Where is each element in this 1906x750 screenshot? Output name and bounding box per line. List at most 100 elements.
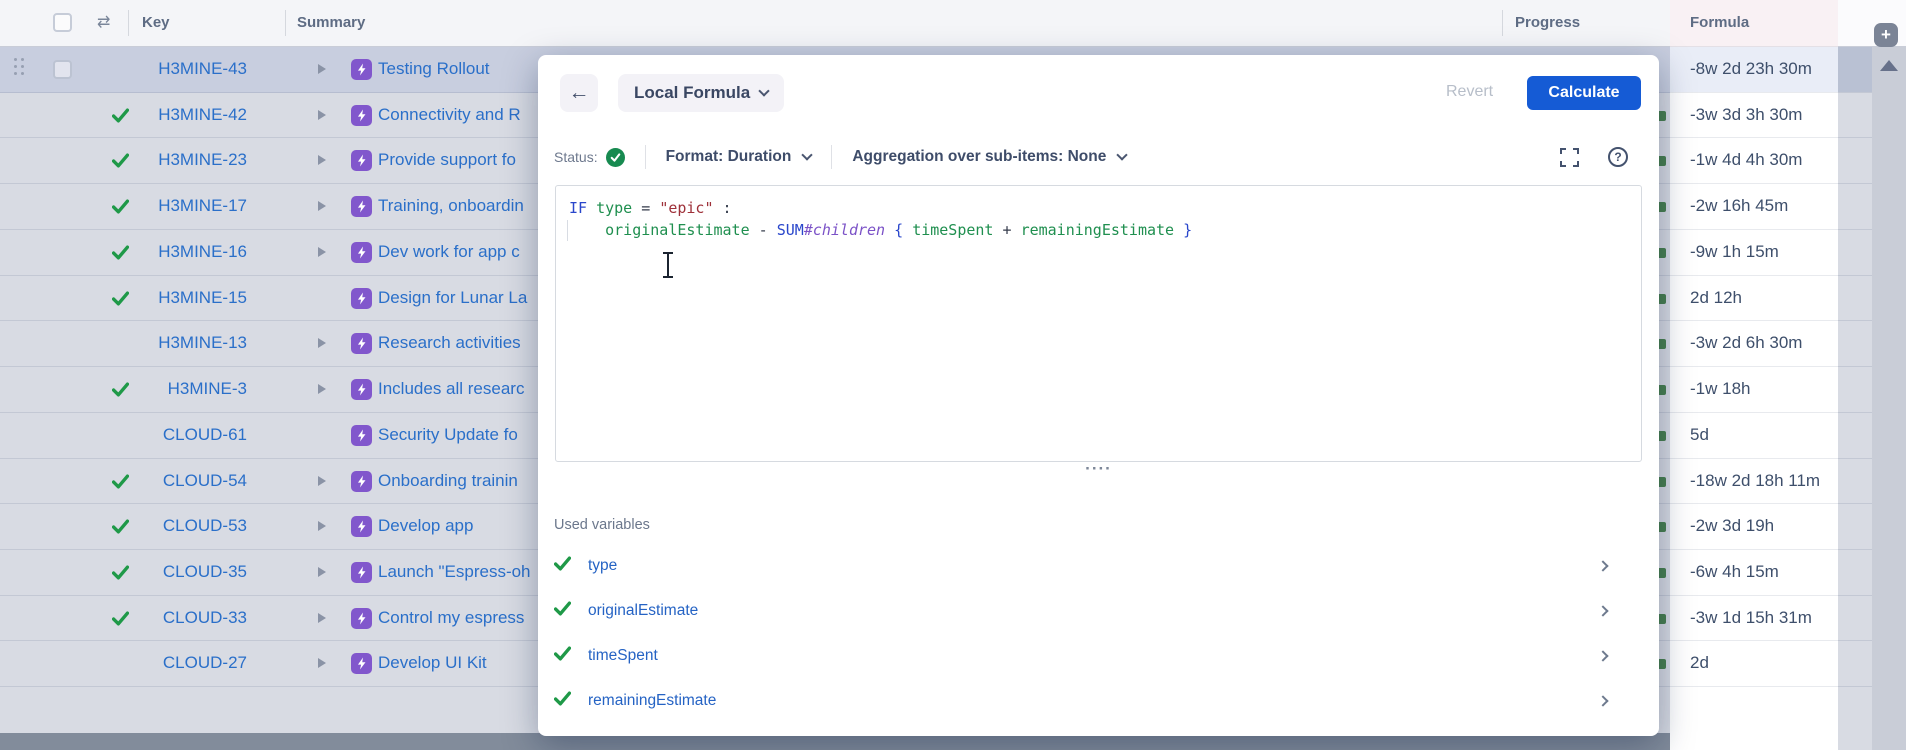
issue-summary[interactable]: Provide support fo — [378, 150, 538, 170]
used-variable-row[interactable]: originalEstimate — [554, 590, 1643, 632]
column-header-summary[interactable]: Summary — [297, 14, 365, 31]
scroll-up-icon[interactable] — [1880, 60, 1898, 71]
issue-summary[interactable]: Testing Rollout — [378, 59, 538, 79]
expand-arrow-icon[interactable] — [318, 201, 326, 211]
row-checkbox[interactable] — [53, 60, 72, 79]
chevron-down-icon[interactable] — [802, 149, 813, 160]
formula-cell[interactable]: 2d — [1670, 641, 1838, 687]
issue-summary[interactable]: Dev work for app c — [378, 242, 538, 262]
fullscreen-icon[interactable] — [1560, 148, 1579, 172]
done-check-icon — [112, 198, 129, 220]
issue-summary[interactable]: Includes all researc — [378, 379, 538, 399]
formula-cell[interactable]: -3w 2d 6h 30m — [1670, 321, 1838, 367]
aggregation-dropdown-label[interactable]: Aggregation over sub-items: None — [852, 148, 1106, 166]
revert-button[interactable]: Revert — [1446, 83, 1493, 101]
issue-key[interactable]: CLOUD-27 — [136, 653, 247, 673]
row-strip-segment — [1838, 504, 1872, 550]
column-header-key[interactable]: Key — [142, 14, 170, 31]
swap-columns-icon[interactable]: ⇄ — [97, 12, 110, 32]
issue-key[interactable]: CLOUD-53 — [136, 516, 247, 536]
drag-handle[interactable] — [14, 58, 24, 82]
editor-resize-handle[interactable]: ···· — [538, 459, 1659, 479]
used-variable-row[interactable]: type — [554, 545, 1643, 587]
expand-arrow-icon[interactable] — [318, 658, 326, 668]
formula-cell[interactable]: 2d 12h — [1670, 276, 1838, 322]
expand-arrow-icon[interactable] — [318, 521, 326, 531]
variable-name[interactable]: type — [588, 557, 617, 575]
issue-summary[interactable]: Research activities — [378, 333, 538, 353]
column-header-progress[interactable]: Progress — [1515, 14, 1580, 31]
formula-cell[interactable]: -9w 1h 15m — [1670, 230, 1838, 276]
issue-key[interactable]: H3MINE-23 — [136, 150, 247, 170]
issue-key[interactable]: CLOUD-54 — [136, 471, 247, 491]
formula-cell[interactable]: -6w 4h 15m — [1670, 550, 1838, 596]
used-variable-row[interactable]: remainingEstimate — [554, 680, 1643, 722]
issue-key[interactable]: H3MINE-3 — [136, 379, 247, 399]
formula-cell[interactable]: -1w 4d 4h 30m — [1670, 138, 1838, 184]
code-token: : — [714, 199, 732, 217]
calculate-button[interactable]: Calculate — [1527, 76, 1641, 110]
issue-key[interactable]: H3MINE-17 — [136, 196, 247, 216]
expand-arrow-icon[interactable] — [318, 64, 326, 74]
expand-arrow-icon[interactable] — [318, 384, 326, 394]
expand-arrow-icon[interactable] — [318, 247, 326, 257]
issue-summary[interactable]: Develop UI Kit — [378, 653, 538, 673]
issue-key[interactable]: H3MINE-43 — [136, 59, 247, 79]
add-column-button[interactable]: + — [1874, 23, 1898, 47]
expand-arrow-icon[interactable] — [318, 613, 326, 623]
chevron-down-icon[interactable] — [1117, 149, 1128, 160]
code-token: "epic" — [659, 199, 713, 217]
column-header-formula-cell[interactable]: Formula — [1670, 0, 1838, 47]
chevron-right-icon[interactable] — [1597, 560, 1608, 571]
formula-cell[interactable]: -8w 2d 23h 30m — [1670, 47, 1838, 93]
epic-type-icon — [351, 653, 372, 674]
done-check-icon — [112, 107, 129, 129]
help-icon[interactable]: ? — [1608, 147, 1628, 167]
issue-summary[interactable]: Training, onboardin — [378, 196, 538, 216]
epic-type-icon — [351, 196, 372, 217]
issue-key[interactable]: CLOUD-35 — [136, 562, 247, 582]
issue-summary[interactable]: Launch "Espress-oh — [378, 562, 538, 582]
variable-name[interactable]: timeSpent — [588, 647, 658, 665]
formula-cell[interactable]: -3w 1d 15h 31m — [1670, 596, 1838, 642]
chevron-right-icon[interactable] — [1597, 650, 1608, 661]
format-dropdown-label[interactable]: Format: Duration — [666, 148, 792, 166]
issue-key[interactable]: H3MINE-13 — [136, 333, 247, 353]
expand-arrow-icon[interactable] — [318, 476, 326, 486]
formula-cell[interactable]: 5d — [1670, 413, 1838, 459]
chevron-right-icon[interactable] — [1597, 605, 1608, 616]
variable-name[interactable]: originalEstimate — [588, 602, 698, 620]
expand-arrow-icon[interactable] — [318, 567, 326, 577]
expand-arrow-icon[interactable] — [318, 338, 326, 348]
expand-arrow-icon[interactable] — [318, 110, 326, 120]
issue-summary[interactable]: Onboarding trainin — [378, 471, 538, 491]
chevron-right-icon[interactable] — [1597, 695, 1608, 706]
vertical-scrollbar[interactable] — [1872, 47, 1906, 750]
formula-type-dropdown[interactable]: Local Formula — [618, 74, 784, 112]
epic-type-icon — [351, 516, 372, 537]
formula-cell[interactable]: -2w 3d 19h — [1670, 504, 1838, 550]
issue-key[interactable]: CLOUD-61 — [136, 425, 247, 445]
formula-cell[interactable]: -18w 2d 18h 11m — [1670, 459, 1838, 505]
used-variable-row[interactable]: timeSpent — [554, 635, 1643, 677]
issue-key[interactable]: H3MINE-16 — [136, 242, 247, 262]
issue-summary[interactable]: Design for Lunar La — [378, 288, 538, 308]
issue-key[interactable]: H3MINE-15 — [136, 288, 247, 308]
formula-cell[interactable]: -1w 18h — [1670, 367, 1838, 413]
column-header-formula: Formula — [1690, 14, 1749, 31]
formula-code-editor[interactable]: IF type = "epic" : originalEstimate - SU… — [555, 185, 1642, 462]
issue-key[interactable]: CLOUD-33 — [136, 608, 247, 628]
issue-key[interactable]: H3MINE-42 — [136, 105, 247, 125]
done-check-icon — [112, 564, 129, 586]
row-strip-segment — [1838, 321, 1872, 367]
issue-summary[interactable]: Develop app — [378, 516, 538, 536]
formula-cell[interactable]: -3w 3d 3h 30m — [1670, 93, 1838, 139]
select-all-checkbox[interactable] — [53, 13, 72, 32]
issue-summary[interactable]: Control my espress — [378, 608, 538, 628]
issue-summary[interactable]: Connectivity and R — [378, 105, 538, 125]
issue-summary[interactable]: Security Update fo — [378, 425, 538, 445]
expand-arrow-icon[interactable] — [318, 155, 326, 165]
variable-name[interactable]: remainingEstimate — [588, 692, 716, 710]
back-button[interactable]: ← — [560, 74, 598, 112]
formula-cell[interactable]: -2w 16h 45m — [1670, 184, 1838, 230]
